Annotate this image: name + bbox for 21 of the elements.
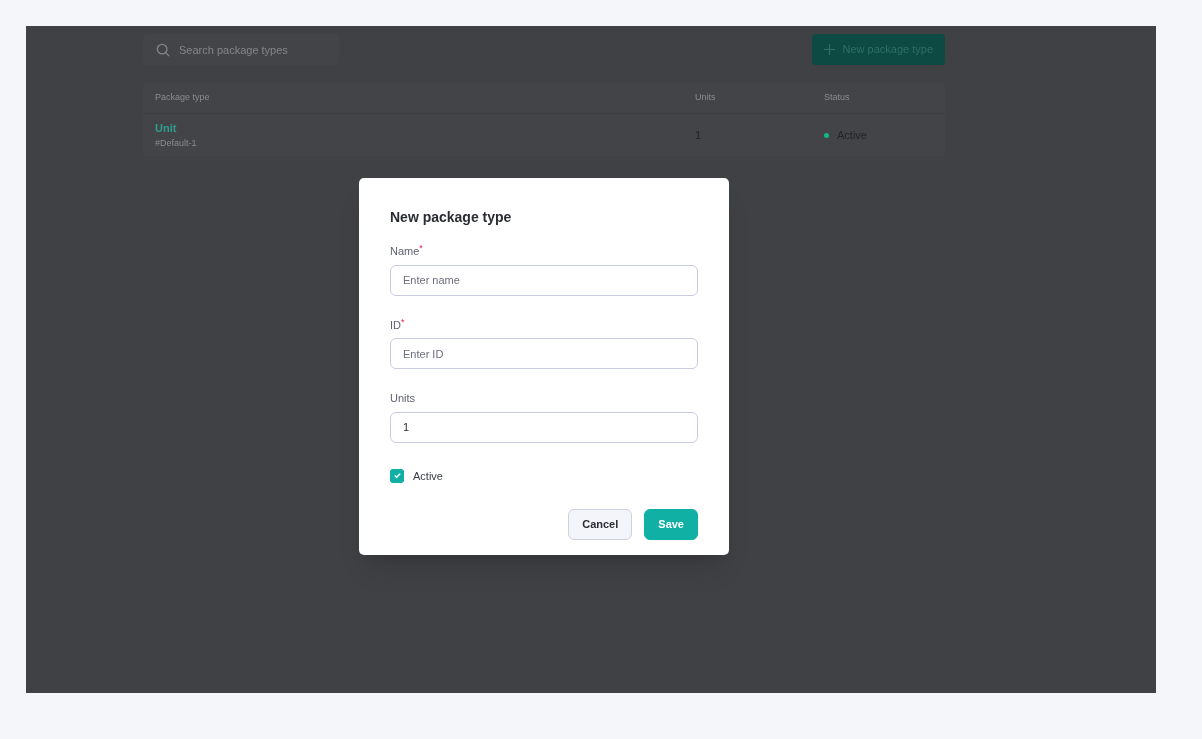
field-label: Units <box>390 391 416 406</box>
save-button[interactable]: Save <box>644 509 698 540</box>
checkbox-label: Active <box>413 468 443 484</box>
input-field[interactable]: Enter name <box>390 264 698 296</box>
column-header: Units <box>695 91 717 105</box>
plus-icon <box>823 44 835 55</box>
field-label: ID <box>390 317 401 333</box>
dialog-title: New package type <box>390 208 513 227</box>
field-label: Name <box>390 244 420 259</box>
required-mark: * <box>401 316 405 327</box>
cancel-button[interactable]: Cancel <box>568 509 633 540</box>
search-icon <box>156 43 170 57</box>
input-field[interactable]: 1 <box>390 411 698 443</box>
input-field[interactable]: Enter ID <box>390 338 698 369</box>
package-type-link[interactable]: Unit <box>155 120 695 137</box>
required-mark: * <box>419 243 423 253</box>
checkmark-icon <box>392 471 402 481</box>
checkbox[interactable] <box>390 468 404 483</box>
column-header: Status <box>824 91 851 105</box>
package-id: #Default-1 <box>155 136 198 150</box>
column-header: Package type <box>155 91 211 105</box>
